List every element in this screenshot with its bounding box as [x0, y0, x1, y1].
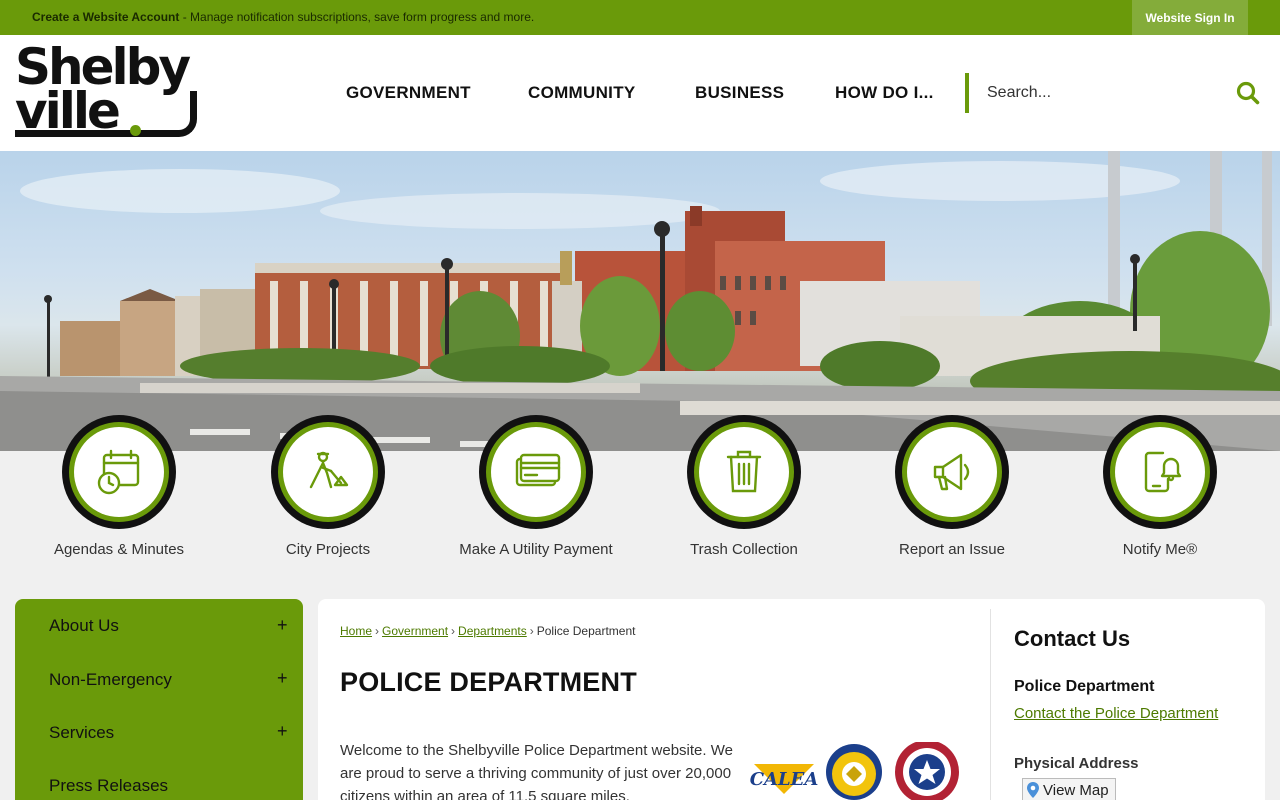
sidenav-item-services[interactable]: Services: [49, 723, 114, 743]
quick-link-trash-collection[interactable]: Trash Collection: [644, 415, 844, 558]
logo-line2: ville: [15, 82, 121, 140]
quick-link-label: Trash Collection: [690, 541, 798, 558]
search-icon: [1236, 81, 1260, 105]
account-banner-text: Create a Website Account - Manage notifi…: [32, 10, 534, 24]
calendar-clock-icon: [97, 449, 140, 495]
expand-services-button[interactable]: +: [277, 721, 288, 742]
breadcrumb-home[interactable]: Home: [340, 624, 372, 638]
search-button[interactable]: [1235, 80, 1261, 106]
expand-non-emergency-button[interactable]: +: [277, 668, 288, 689]
create-account-link[interactable]: Create a Website Account: [32, 10, 179, 24]
quick-link-label: Notify Me®: [1122, 541, 1198, 558]
search-box: [965, 73, 1265, 113]
quick-link-notify-me[interactable]: Notify Me®: [1060, 415, 1260, 558]
quick-link-agendas[interactable]: Agendas & Minutes: [19, 415, 219, 558]
contact-heading: Contact Us: [1014, 626, 1131, 651]
megaphone-icon: [933, 453, 970, 491]
intro-paragraph: Welcome to the Shelbyville Police Depart…: [340, 742, 733, 800]
logo-dot: [130, 125, 141, 136]
calea-text: CALEA: [750, 769, 818, 790]
accreditation-seals: CALEA: [750, 740, 959, 800]
nav-business[interactable]: BUSINESS: [695, 83, 784, 103]
quick-link-utility-payment[interactable]: Make A Utility Payment: [436, 415, 636, 558]
view-map-label: View Map: [1043, 781, 1109, 799]
sidenav-item-about-us[interactable]: About Us: [49, 616, 119, 636]
physical-address-label: Physical Address: [1014, 755, 1139, 772]
view-map-button[interactable]: View Map: [1022, 778, 1116, 800]
construction-worker-icon: [309, 451, 349, 489]
map-pin-icon: [1027, 782, 1039, 798]
shelbyville-logo[interactable]: Shelby ville: [15, 38, 205, 146]
hero-banner-image: [0, 151, 1280, 451]
trash-can-icon: [726, 450, 762, 493]
quick-link-ring: [62, 415, 176, 529]
quick-link-label: Report an Issue: [899, 541, 1005, 558]
calea-badge-icon: CALEA: [750, 764, 818, 794]
contact-department: Police Department: [1014, 678, 1155, 695]
page-title: POLICE DEPARTMENT: [340, 667, 637, 697]
breadcrumb-departments[interactable]: Departments: [458, 624, 527, 638]
site-header: Shelby ville GOVERNMENT COMMUNITY BUSINE…: [0, 35, 1280, 151]
quick-link-label: Make A Utility Payment: [459, 541, 613, 558]
nav-government[interactable]: GOVERNMENT: [346, 83, 471, 103]
website-sign-in-button[interactable]: Website Sign In: [1132, 0, 1248, 35]
quick-link-label: City Projects: [285, 541, 371, 558]
quick-links: Agendas & Minutes City Projects Make A U…: [0, 415, 1280, 590]
content-divider: [990, 609, 991, 800]
breadcrumb-current: Police Department: [536, 624, 636, 638]
phone-bell-icon: [1144, 451, 1182, 493]
quick-link-city-projects[interactable]: City Projects: [228, 415, 428, 558]
breadcrumb: Home › Government › Departments › Police Depar…: [340, 624, 636, 638]
law-enforcement-seal-icon: [826, 744, 882, 800]
indiana-accreditation-seal-icon: [895, 740, 959, 800]
nav-how-do-i[interactable]: HOW DO I...: [835, 83, 934, 103]
search-input[interactable]: [987, 81, 1217, 105]
nav-community[interactable]: COMMUNITY: [528, 83, 636, 103]
contact-police-link[interactable]: Contact the Police Department: [1014, 705, 1218, 722]
main-content: Home › Government › Departments › Police Depar…: [318, 599, 1265, 800]
side-navigation: About Us + Non-Emergency + Services + Pr…: [15, 599, 303, 800]
account-banner: Create a Website Account - Manage notifi…: [0, 0, 1280, 35]
sidenav-item-press-releases[interactable]: Press Releases: [49, 776, 168, 796]
quick-link-label: Agendas & Minutes: [53, 541, 185, 558]
sidenav-item-non-emergency[interactable]: Non-Emergency: [49, 670, 172, 690]
account-banner-message: - Manage notification subscriptions, sav…: [179, 10, 535, 24]
credit-card-icon: [515, 453, 561, 487]
accreditation-badges: CALEA: [750, 740, 965, 800]
downtown-scene-illustration: [0, 151, 1280, 451]
expand-about-us-button[interactable]: +: [277, 615, 288, 636]
quick-link-report-issue[interactable]: Report an Issue: [852, 415, 1052, 558]
breadcrumb-government[interactable]: Government: [382, 624, 448, 638]
